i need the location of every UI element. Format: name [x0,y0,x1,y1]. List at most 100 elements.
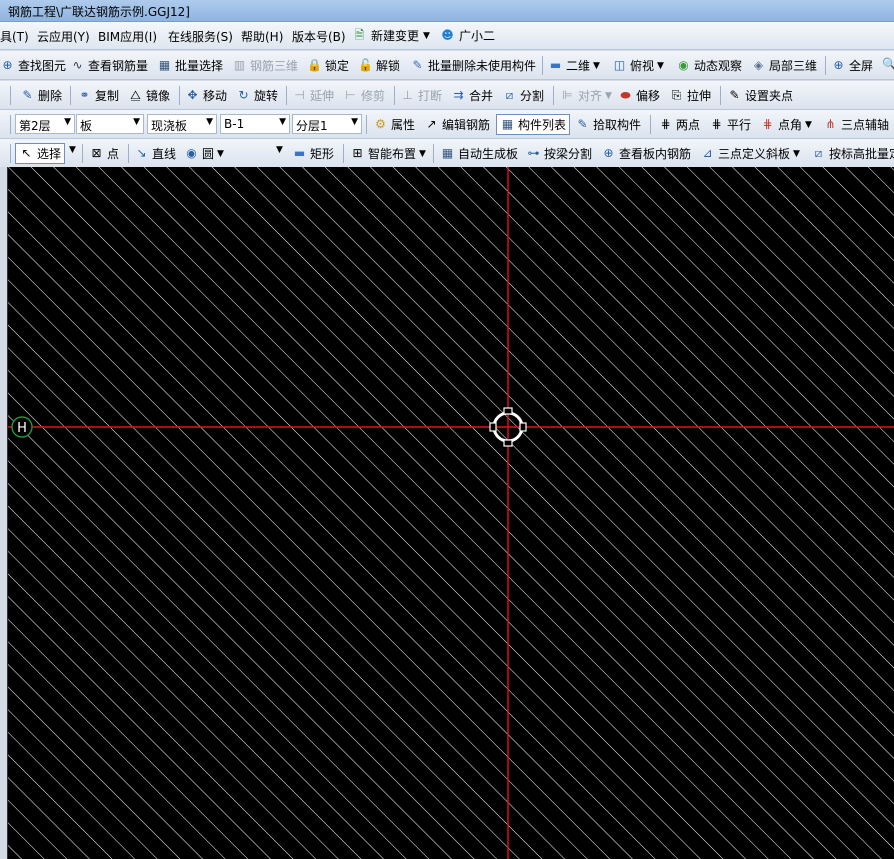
parallel-icon: ⋕ [711,117,722,131]
dynamic-view-button[interactable]: ◉ 动态观察 [676,57,742,74]
fullscreen-button[interactable]: ⊕ 全屏 [831,57,873,74]
rebar-3d-button[interactable]: ▥ 钢筋三维 [232,57,298,74]
pick-component-label: 拾取构件 [593,118,642,132]
rebar-3d-icon: ▥ [233,58,246,72]
set-grip-button[interactable]: ✎ 设置夹点 [727,87,793,104]
component-list-label: 构件列表 [518,118,567,132]
line-icon: ↘ [136,146,147,160]
menu-tools[interactable]: 具(T) [0,28,29,45]
select-button[interactable]: ↖ 选择 [15,143,66,164]
point-button[interactable]: ⊠ 点 [89,145,119,162]
new-change-button[interactable]: 🗎 新建变更 ▼ [352,27,430,44]
three-point-axis-button[interactable]: ⋔ 三点辅轴 [823,116,889,133]
break-button[interactable]: ⊥ 打断 [400,87,442,104]
view-2d-label: 二维 [566,59,591,73]
view-slab-rebar-button[interactable]: ⊕ 查看板内钢筋 [601,145,691,162]
menu-version[interactable]: 版本号(B) [292,28,346,45]
view-2d-dropdown[interactable]: ▬ 二维 ▼ [548,57,600,74]
2d-icon: ▬ [549,58,562,72]
lock-button[interactable]: 🔒 锁定 [307,57,349,74]
stretch-button[interactable]: ⎘ 拉伸 [669,87,711,104]
local-3d-label: 局部三维 [769,59,818,73]
select-dropdown[interactable]: ▼ [69,145,76,155]
merge-button[interactable]: ⇉ 合并 [451,87,493,104]
three-point-axis-label: 三点辅轴 [841,118,890,132]
align-icon: ⊫ [562,88,573,102]
layer-select[interactable]: 分层1 ▼ [292,114,362,134]
component-select[interactable]: B-1 ▼ [220,114,290,134]
move-label: 移动 [203,89,228,103]
menu-cloud[interactable]: 云应用(Y) [37,28,90,45]
properties-button[interactable]: ⚙ 属性 [373,116,415,133]
parallel-button[interactable]: ⋕ 平行 [709,116,751,133]
align-dropdown[interactable]: ⊫ 对齐 ▼ [560,87,612,104]
edit-rebar-button[interactable]: ↗ 编辑钢筋 [424,116,490,133]
separator [433,144,434,163]
offset-button[interactable]: ⬬ 偏移 [618,87,660,104]
subtype-select[interactable]: 现浇板 ▼ [147,114,217,134]
unlock-button[interactable]: 🔓 解锁 [358,57,400,74]
rotate-label: 旋转 [254,89,279,103]
find-element-button[interactable]: ⊕ 查找图元 [0,57,66,74]
axis-bubble-h[interactable]: H [11,416,33,438]
toolbar-edit: ✎ 删除 ⚭ 复制 ⧋ 镜像 ✥ 移动 ↻ 旋转 ⊣ 延伸 ⊢ 修剪 ⊥ 打断 ⇉ 合并 ⧄ 分割 … [0,81,894,110]
auto-generate-slab-label: 自动生成板 [458,147,519,161]
chevron-down-icon: ▼ [279,117,286,127]
split-button[interactable]: ⧄ 分割 [502,87,544,104]
circle-icon: ◉ [186,146,197,160]
menu-bar: 具(T) 云应用(Y) BIM应用(I) 在线服务(S) 帮助(H) 版本号(B… [0,22,894,50]
local-3d-button[interactable]: ◈ 局部三维 [751,57,817,74]
line-button[interactable]: ↘ 直线 [134,145,176,162]
batch-delete-icon: ✎ [412,58,423,72]
zoom-button[interactable]: 🔍 [882,57,894,72]
menu-help[interactable]: 帮助(H) [241,28,283,45]
batch-select-label: 批量选择 [175,59,224,73]
mirror-button[interactable]: ⧋ 镜像 [128,87,170,104]
circle-dropdown[interactable]: ◉ 圆 ▼ [184,145,224,162]
offset-icon: ⬬ [620,88,631,102]
component-list-button[interactable]: ▦ 构件列表 [496,114,571,135]
view-rebar-button[interactable]: ∿ 查看钢筋量 [70,57,148,74]
copy-button[interactable]: ⚭ 复制 [77,87,119,104]
find-element-label: 查找图元 [18,59,67,73]
rotate-button[interactable]: ↻ 旋转 [236,87,278,104]
separator [650,115,651,134]
shape-dropdown[interactable]: ▼ [276,145,283,155]
chevron-down-icon: ▼ [419,148,426,159]
set-grip-label: 设置夹点 [745,89,794,103]
menu-bim[interactable]: BIM应用(I) [98,28,157,45]
rectangle-button[interactable]: ▬ 矩形 [292,145,334,162]
top-view-dropdown[interactable]: ◫ 俯视 ▼ [612,57,664,74]
axis-label: H [17,421,27,436]
view-slab-rebar-label: 查看板内钢筋 [619,147,692,161]
trim-button[interactable]: ⊢ 修剪 [343,87,385,104]
point-angle-dropdown[interactable]: ⋕ 点角 ▼ [760,116,811,133]
drawing-canvas[interactable]: H [7,167,894,859]
rectangle-icon: ▬ [293,146,306,160]
smart-layout-dropdown[interactable]: ⊞ 智能布置 ▼ [350,145,426,162]
type-select[interactable]: 板 ▼ [76,114,144,134]
move-button[interactable]: ✥ 移动 [185,87,227,104]
extend-button[interactable]: ⊣ 延伸 [292,87,334,104]
delete-button[interactable]: ✎ 删除 [20,87,62,104]
auto-generate-slab-button[interactable]: ▦ 自动生成板 [440,145,518,162]
select-label: 选择 [37,147,62,161]
assistant-button[interactable]: ☻ 广小二 [440,27,495,44]
three-point-slope-dropdown[interactable]: ⊿ 三点定义斜板 ▼ [700,145,799,162]
pick-component-button[interactable]: ✎ 拾取构件 [575,116,641,133]
split-by-beam-label: 按梁分割 [544,147,593,161]
split-by-beam-button[interactable]: ⊶ 按梁分割 [526,145,593,162]
two-point-button[interactable]: ⋕ 两点 [658,116,700,133]
menu-online[interactable]: 在线服务(S) [168,28,233,45]
rectangle-label: 矩形 [310,147,335,161]
batch-delete-button[interactable]: ✎ 批量删除未使用构件 [410,57,536,74]
view-slab-rebar-icon: ⊕ [603,146,614,160]
zoom-icon: ⊕ [833,58,844,72]
batch-select-button[interactable]: ▦ 批量选择 [157,57,223,74]
list-icon: ▦ [501,117,514,131]
canvas-svg: H [8,167,894,859]
floor-select[interactable]: 第2层 ▼ [15,114,75,134]
two-point-icon: ⋕ [660,117,671,131]
separator [82,144,83,163]
elevation-batch-button[interactable]: ⧄ 按标高批量定 [811,145,894,162]
